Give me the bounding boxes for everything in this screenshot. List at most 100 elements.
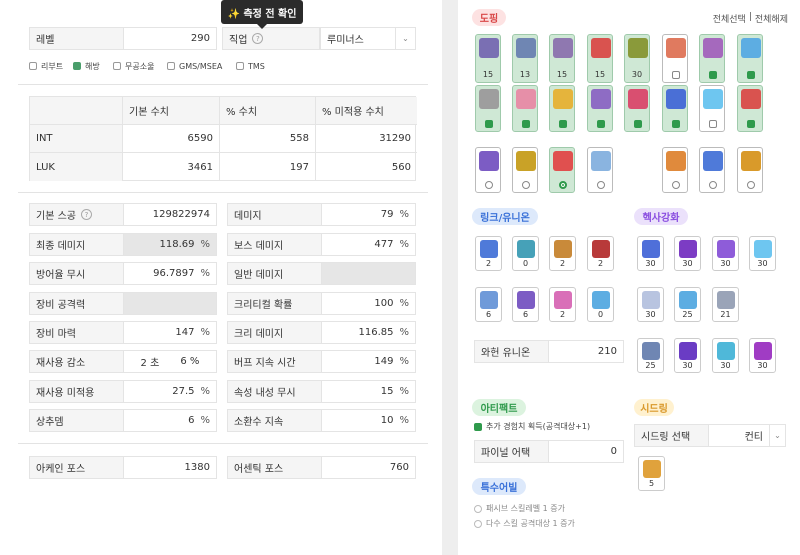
doping-slot[interactable] xyxy=(737,85,763,132)
hexa-skill-slot[interactable]: 21 xyxy=(712,287,739,322)
stat-value: 96.7897 xyxy=(153,268,195,279)
final-damage-value: 118.69% xyxy=(123,233,217,256)
doping-slot[interactable] xyxy=(699,147,725,193)
arcane-force-value[interactable]: 1380 xyxy=(123,456,217,479)
doping-slot[interactable]: 15 xyxy=(587,34,613,83)
hexa-skill-slot[interactable]: 30 xyxy=(712,236,739,271)
seed-ring-slot[interactable]: 5 xyxy=(638,456,665,491)
exp-option[interactable]: 추가 경험치 획득(공격대상+1) xyxy=(474,421,590,432)
doping-tag: 도핑 xyxy=(472,9,506,26)
cooldown-ignore-value[interactable]: 27.5% xyxy=(123,380,217,403)
skill-level: 30 xyxy=(720,361,731,370)
crit-damage-value[interactable]: 116.85% xyxy=(321,321,416,344)
doping-slot[interactable] xyxy=(475,147,501,193)
link-skill-slot[interactable]: 2 xyxy=(549,236,576,271)
doping-slot[interactable]: 13 xyxy=(512,34,538,83)
final-attack-value[interactable]: 0 xyxy=(548,440,624,463)
radio-icon xyxy=(672,181,680,189)
info-icon[interactable]: ? xyxy=(80,209,92,220)
luk-flat-input[interactable]: 560 xyxy=(316,153,417,181)
link-skill-slot[interactable]: 2 xyxy=(549,287,576,322)
element-ignore-value[interactable]: 15% xyxy=(321,380,416,403)
doping-slot[interactable] xyxy=(512,147,538,193)
special-option-targets[interactable]: 다수 스킬 공격대상 1 증가 xyxy=(474,518,575,529)
boss-damage-label: 보스 데미지 xyxy=(227,233,322,256)
doping-slot[interactable] xyxy=(662,34,688,83)
doping-slot[interactable] xyxy=(662,85,688,132)
hexa-skill-slot[interactable]: 30 xyxy=(749,236,776,271)
link-skill-slot[interactable]: 6 xyxy=(475,287,502,322)
link-skill-slot[interactable]: 0 xyxy=(587,287,614,322)
job-select[interactable]: 루미너스 ⌄ xyxy=(320,27,416,50)
authentic-force-value[interactable]: 760 xyxy=(321,456,416,479)
doping-slot[interactable] xyxy=(624,85,650,132)
int-pct-input[interactable]: 558 xyxy=(220,125,316,153)
doping-slot[interactable] xyxy=(662,147,688,193)
option-liberation[interactable]: 해방 xyxy=(73,60,100,72)
damage-value[interactable]: 79% xyxy=(321,203,416,226)
equip-magic-label: 장비 마력 xyxy=(29,321,124,344)
scroll-icon xyxy=(516,38,536,58)
hexa-skill-slot[interactable]: 30 xyxy=(712,338,739,373)
doping-slot[interactable]: 15 xyxy=(549,34,575,83)
fish-icon xyxy=(666,151,686,171)
link-skill-slot[interactable]: 2 xyxy=(587,236,614,271)
doping-slot[interactable] xyxy=(587,147,613,193)
cooldown-reduce-value[interactable]: 2 초 6 % xyxy=(123,350,217,373)
doping-slot[interactable] xyxy=(737,34,763,83)
job-label: 직업 ? xyxy=(222,27,320,50)
doping-slot[interactable] xyxy=(587,85,613,132)
special-option-passive[interactable]: 패시브 스킬레벨 1 증가 xyxy=(474,503,565,514)
option-soul[interactable]: 무공소울 xyxy=(113,60,154,72)
summon-duration-value[interactable]: 10% xyxy=(321,409,416,432)
link-skill-slot[interactable]: 0 xyxy=(512,236,539,271)
luk-pct-input[interactable]: 197 xyxy=(220,153,316,181)
option-reboot[interactable]: 리부트 xyxy=(29,60,63,72)
clock-icon xyxy=(479,89,499,109)
seed-ring-level: 5 xyxy=(648,479,655,488)
hexa-skill-slot[interactable]: 30 xyxy=(749,338,776,373)
status-damage-value[interactable]: 6% xyxy=(123,409,217,432)
doping-slot[interactable]: 30 xyxy=(624,34,650,83)
hexa-skill-slot[interactable]: 25 xyxy=(674,287,701,322)
hexa-skill-slot[interactable]: 25 xyxy=(637,338,664,373)
equip-magic-value[interactable]: 147% xyxy=(123,321,217,344)
info-icon[interactable]: ? xyxy=(252,33,264,44)
hexa-skill-slot[interactable]: 30 xyxy=(674,338,701,373)
link-skill-slot[interactable]: 6 xyxy=(512,287,539,322)
doping-slot[interactable] xyxy=(512,85,538,132)
hexa-skill-slot[interactable]: 30 xyxy=(637,236,664,271)
boss-damage-value[interactable]: 477% xyxy=(321,233,416,256)
link-skill-slot[interactable]: 2 xyxy=(475,236,502,271)
option-tms[interactable]: TMS xyxy=(236,60,265,72)
skill-level: 25 xyxy=(645,361,656,370)
hexa-skill-slot[interactable]: 30 xyxy=(674,236,701,271)
wahun-union-value[interactable]: 210 xyxy=(548,340,624,363)
buff-duration-value[interactable]: 149% xyxy=(321,350,416,373)
candy-icon xyxy=(666,38,686,58)
doping-slot[interactable] xyxy=(475,85,501,132)
radio-icon xyxy=(485,181,493,189)
doping-slot[interactable] xyxy=(549,85,575,132)
doping-slot[interactable]: 15 xyxy=(475,34,501,83)
option-label: TMS xyxy=(248,61,265,71)
final-damage-label: 최종 데미지 xyxy=(29,233,124,256)
seed-ring-select[interactable]: 컨티 ⌄ xyxy=(708,424,786,447)
hexa-skill-slot[interactable]: 30 xyxy=(637,287,664,322)
base-attack-value[interactable]: 129822974 xyxy=(123,203,217,226)
doping-slot[interactable] xyxy=(699,34,725,83)
int-base-input[interactable]: 6590 xyxy=(123,125,220,153)
crit-rate-value[interactable]: 100% xyxy=(321,292,416,315)
bag-icon xyxy=(516,89,536,109)
int-flat-input[interactable]: 31290 xyxy=(316,125,417,153)
doping-slot[interactable] xyxy=(737,147,763,193)
deselect-all-link[interactable]: 전체해제 xyxy=(755,12,788,25)
doping-count: 15 xyxy=(556,70,568,79)
level-input[interactable]: 290 xyxy=(123,27,217,50)
ignore-defense-value[interactable]: 96.7897% xyxy=(123,262,217,285)
option-gms[interactable]: GMS/MSEA xyxy=(167,60,222,72)
doping-slot[interactable] xyxy=(699,85,725,132)
luk-base-input[interactable]: 3461 xyxy=(123,153,220,181)
select-all-link[interactable]: 전체선택 xyxy=(713,12,746,25)
doping-slot[interactable] xyxy=(549,147,575,193)
